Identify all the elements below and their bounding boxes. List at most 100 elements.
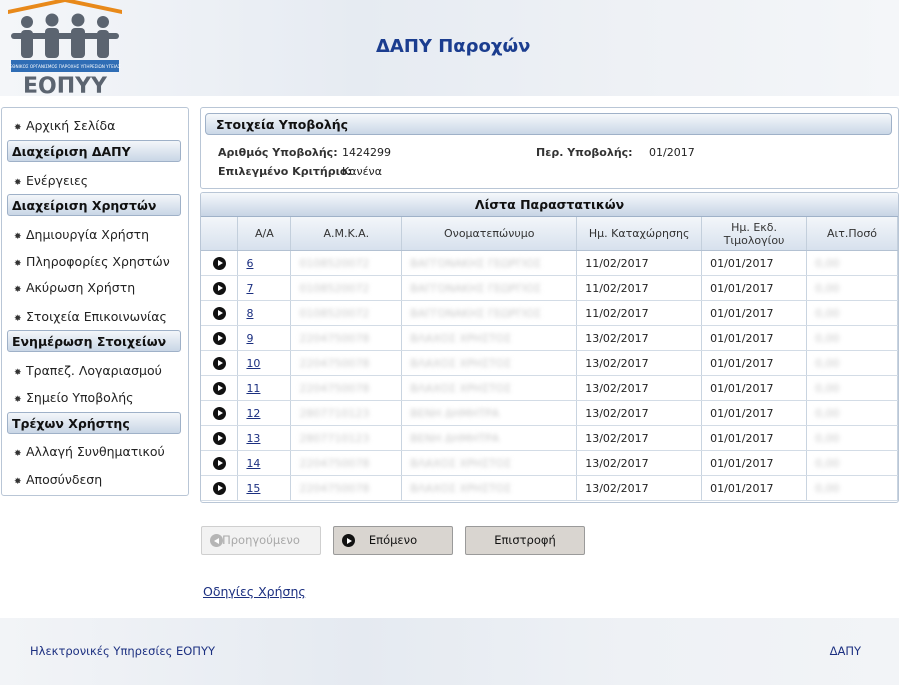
gear-bullet-icon: ✸	[14, 368, 22, 378]
submission-period-label: Περ. Υποβολής:	[536, 146, 633, 159]
row-aa-link[interactable]: 15	[246, 482, 260, 495]
table-row: 11 2204750078 ΒΛΑΧΟΣ ΧΡΗΣΤΟΣ 13/02/2017 01/0…	[201, 375, 898, 401]
row-amount-cell: 0,00	[806, 300, 898, 326]
row-invoice-date-cell: 01/01/2017	[701, 275, 808, 301]
submission-number-value: 1424299	[342, 146, 391, 159]
selected-criterion-label: Επιλεγμένο Κριτήριο:	[218, 165, 352, 178]
row-aa-link[interactable]: 13	[246, 432, 260, 445]
row-aa-link[interactable]: 12	[246, 407, 260, 420]
row-amka-cell: 2204750078	[290, 375, 403, 401]
row-amka-cell: 2204750078	[290, 350, 403, 376]
row-name-cell: ΒΑΓΓΟΝΑΚΗΣ ΓΕΩΡΓΙΟΣ	[401, 250, 578, 276]
row-open-cell[interactable]	[201, 350, 239, 376]
column-header-amount[interactable]: Αιτ.Ποσό	[806, 217, 898, 251]
row-name-cell: ΒΕΝΗ ΔΗΜΗΤΡΑ	[401, 425, 578, 451]
row-aa-link[interactable]: 11	[246, 382, 260, 395]
sidebar-item-cancel-user[interactable]: ✸ Ακύρωση Χρήστη	[14, 280, 135, 295]
column-header-registration-date[interactable]: Ημ. Καταχώρησης	[576, 217, 703, 251]
sidebar-item-change-password[interactable]: ✸ Αλλαγή Συνθηματικού	[14, 444, 165, 459]
play-circle-icon[interactable]	[212, 456, 226, 470]
row-open-cell[interactable]	[201, 300, 239, 326]
row-open-cell[interactable]	[201, 325, 239, 351]
gear-bullet-icon: ✸	[14, 259, 22, 269]
column-header-invoice-date[interactable]: Ημ. Εκδ. Τιμολογίου	[701, 217, 808, 251]
row-amount-cell: 0,00	[806, 475, 898, 501]
next-button[interactable]: Επόμενο	[333, 526, 453, 555]
user-guide-link[interactable]: Οδηγίες Χρήσης	[203, 584, 306, 599]
sidebar-item-actions[interactable]: ✸ Ενέργειες	[14, 173, 88, 188]
row-aa-link[interactable]: 8	[246, 307, 253, 320]
sidebar-item-user-info[interactable]: ✸ Πληροφορίες Χρηστών	[14, 254, 170, 269]
play-circle-icon[interactable]	[212, 281, 226, 295]
sidebar-item-bank-account[interactable]: ✸ Τραπεζ. Λογαριασμού	[14, 363, 162, 378]
row-open-cell[interactable]	[201, 250, 239, 276]
row-name-cell: ΒΛΑΧΟΣ ΧΡΗΣΤΟΣ	[401, 475, 578, 501]
row-registration-date-cell: 13/02/2017	[576, 350, 703, 376]
gear-bullet-icon: ✸	[14, 314, 22, 324]
row-registration-date-cell: 11/02/2017	[576, 275, 703, 301]
sidebar-item-contact-info[interactable]: ✸ Στοιχεία Επικοινωνίας	[14, 309, 167, 324]
sidebar-item-logout[interactable]: ✸ Αποσύνδεση	[14, 472, 102, 487]
table-row: 15 2204750078 ΒΛΑΧΟΣ ΧΡΗΣΤΟΣ 13/02/2017 01/0…	[201, 475, 898, 501]
gear-bullet-icon: ✸	[14, 477, 22, 487]
sidebar-item-label: Αρχική Σελίδα	[26, 118, 116, 133]
column-header-name[interactable]: Ονοματεπώνυμο	[401, 217, 578, 251]
submission-period-value: 01/2017	[649, 146, 695, 159]
previous-button[interactable]: Προηγούμενο	[201, 526, 321, 555]
play-circle-icon[interactable]	[212, 381, 226, 395]
table-row: 8 0108520072 ΒΑΓΓΟΝΑΚΗΣ ΓΕΩΡΓΙΟΣ 11/02/2017…	[201, 300, 898, 326]
row-aa-link[interactable]: 10	[246, 357, 260, 370]
column-header-amka[interactable]: Α.Μ.Κ.Α.	[290, 217, 403, 251]
sidebar-item-create-user[interactable]: ✸ Δημιουργία Χρήστη	[14, 227, 149, 242]
play-circle-icon[interactable]	[212, 356, 226, 370]
row-invoice-date-cell: 01/01/2017	[701, 475, 808, 501]
row-amka-cell: 0108520072	[290, 250, 403, 276]
return-button[interactable]: Επιστροφή	[465, 526, 585, 555]
row-open-cell[interactable]	[201, 475, 239, 501]
row-aa-cell: 14	[237, 450, 292, 476]
sidebar-item-home[interactable]: ✸ Αρχική Σελίδα	[14, 118, 115, 133]
row-open-cell[interactable]	[201, 425, 239, 451]
play-circle-icon[interactable]	[212, 306, 226, 320]
row-name-cell: ΒΛΑΧΟΣ ΧΡΗΣΤΟΣ	[401, 375, 578, 401]
play-circle-icon[interactable]	[212, 256, 226, 270]
row-invoice-date-cell: 01/01/2017	[701, 425, 808, 451]
next-button-label: Επόμενο	[368, 533, 418, 547]
row-registration-date-cell: 13/02/2017	[576, 450, 703, 476]
row-open-cell[interactable]	[201, 375, 239, 401]
footer-app-text: ΔΑΠΥ	[829, 644, 861, 658]
return-button-label: Επιστροφή	[494, 533, 556, 547]
row-aa-cell: 6	[237, 250, 292, 276]
sidebar-item-label: Τραπεζ. Λογαριασμού	[26, 363, 162, 378]
row-registration-date-cell: 11/02/2017	[576, 300, 703, 326]
arrow-left-circle-icon	[210, 534, 223, 547]
gear-bullet-icon: ✸	[14, 449, 22, 459]
row-aa-cell: 7	[237, 275, 292, 301]
gear-bullet-icon: ✸	[14, 178, 22, 188]
play-circle-icon[interactable]	[212, 431, 226, 445]
play-circle-icon[interactable]	[212, 481, 226, 495]
row-open-cell[interactable]	[201, 400, 239, 426]
sidebar-menu: ✸ Αρχική Σελίδα Διαχείριση ΔΑΠΥ ✸ Ενέργειε…	[1, 107, 189, 496]
row-amount-cell: 0,00	[806, 375, 898, 401]
row-name-cell: ΒΛΑΧΟΣ ΧΡΗΣΤΟΣ	[401, 350, 578, 376]
play-circle-icon[interactable]	[212, 331, 226, 345]
row-name-cell: ΒΛΑΧΟΣ ΧΡΗΣΤΟΣ	[401, 450, 578, 476]
row-name-cell: ΒΕΝΗ ΔΗΜΗΤΡΑ	[401, 400, 578, 426]
page-footer: Ηλεκτρονικές Υπηρεσίες ΕΟΠΥΥ ΔΑΠΥ	[0, 618, 899, 685]
row-aa-link[interactable]: 7	[246, 282, 253, 295]
row-aa-link[interactable]: 6	[246, 257, 253, 270]
table-row: 6 0108520072 ΒΑΓΓΟΝΑΚΗΣ ΓΕΩΡΓΙΟΣ 11/02/2017…	[201, 250, 898, 276]
row-aa-link[interactable]: 14	[246, 457, 260, 470]
table-row: 9 2204750078 ΒΛΑΧΟΣ ΧΡΗΣΤΟΣ 13/02/2017 01/01…	[201, 325, 898, 351]
page-header: ΕΘΝΙΚΟΣ ΟΡΓΑΝΙΣΜΟΣ ΠΑΡΟΧΗΣ ΥΠΗΡΕΣΙΩΝ ΥΓΕ…	[0, 0, 899, 96]
column-header-aa[interactable]: Α/Α	[237, 217, 292, 251]
row-registration-date-cell: 13/02/2017	[576, 400, 703, 426]
sidebar-item-submission-point[interactable]: ✸ Σημείο Υποβολής	[14, 390, 133, 405]
row-aa-link[interactable]: 9	[246, 332, 253, 345]
row-registration-date-cell: 13/02/2017	[576, 375, 703, 401]
play-circle-icon[interactable]	[212, 406, 226, 420]
documents-list-title: Λίστα Παραστατικών	[201, 193, 898, 217]
row-open-cell[interactable]	[201, 450, 239, 476]
row-open-cell[interactable]	[201, 275, 239, 301]
